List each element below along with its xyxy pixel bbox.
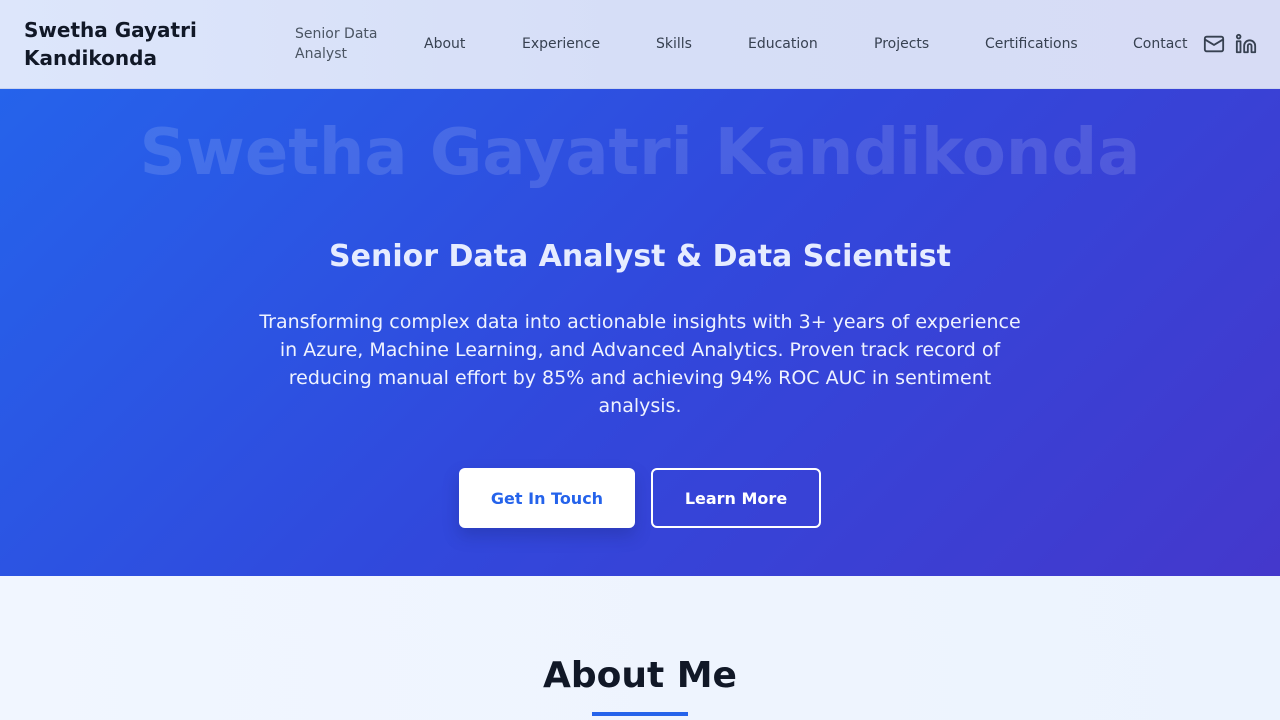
mail-icon[interactable] [1203, 33, 1225, 55]
nav-link-experience[interactable]: Experience [522, 34, 600, 54]
hero-background-name: Swetha Gayatri Kandikonda [139, 116, 1141, 190]
nav-link-about[interactable]: About [424, 34, 465, 54]
get-in-touch-button[interactable]: Get In Touch [459, 468, 635, 528]
nav-link-projects[interactable]: Projects [874, 34, 929, 54]
about-title-underline [592, 712, 688, 716]
about-section: About Me [0, 576, 1280, 720]
hero-section: Swetha Gayatri Kandikonda Senior Data An… [0, 89, 1280, 576]
nav-link-skills[interactable]: Skills [656, 34, 692, 54]
navbar: Swetha Gayatri Kandikonda Senior Data An… [0, 0, 1280, 89]
brand-subtitle: Senior Data Analyst [295, 26, 378, 62]
about-title: About Me [543, 655, 737, 696]
hero-description: Transforming complex data into actionabl… [259, 311, 1021, 417]
nav-link-contact[interactable]: Contact [1133, 34, 1187, 54]
linkedin-icon[interactable] [1235, 33, 1257, 55]
nav-link-certifications[interactable]: Certifications [985, 34, 1078, 54]
nav-link-education[interactable]: Education [748, 34, 818, 54]
hero-title: Senior Data Analyst & Data Scientist [329, 239, 951, 274]
brand-name[interactable]: Swetha Gayatri Kandikonda [24, 16, 224, 72]
learn-more-button[interactable]: Learn More [651, 468, 821, 528]
